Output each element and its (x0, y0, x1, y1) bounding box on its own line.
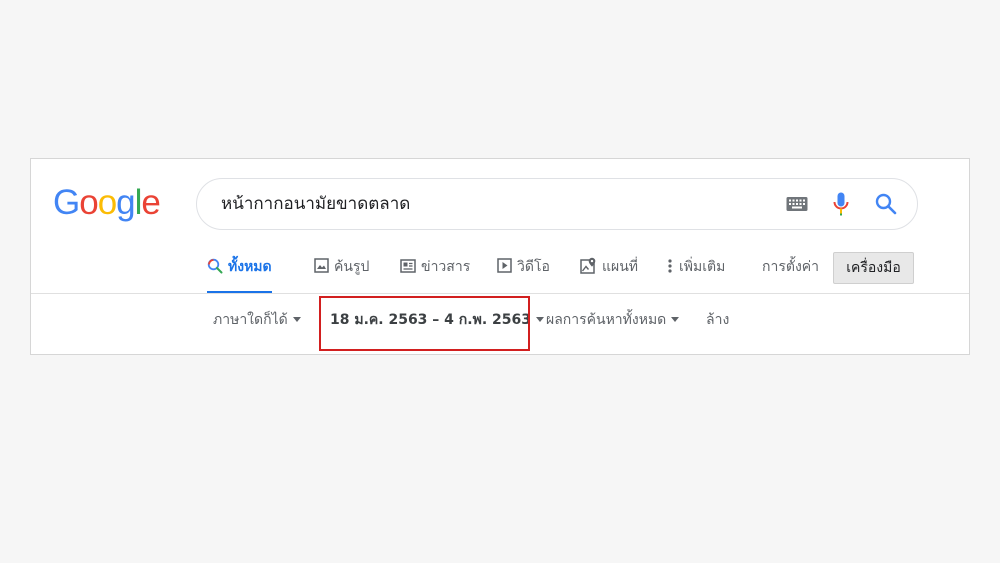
results-filter-dropdown[interactable]: ผลการค้นหาทั้งหมด (546, 309, 680, 331)
tab-images[interactable]: ค้นรูป (314, 246, 369, 294)
language-filter-dropdown[interactable]: ภาษาใดก็ได้ (213, 309, 301, 331)
tab-maps[interactable]: แผนที่ (580, 246, 638, 294)
more-vert-icon (668, 258, 672, 273)
settings-link[interactable]: การตั้งค่า (762, 246, 819, 294)
logo-letter: l (134, 183, 143, 222)
chevron-down-icon (535, 316, 544, 322)
results-filter-label: ผลการค้นหาทั้งหมด (546, 312, 667, 328)
search-icon[interactable] (875, 193, 897, 215)
language-filter-label: ภาษาใดก็ได้ (213, 312, 288, 328)
keyboard-icon[interactable] (786, 196, 808, 212)
tab-news[interactable]: ข่าวสาร (400, 246, 470, 294)
settings-label: การตั้งค่า (762, 259, 820, 275)
clear-filters-link[interactable]: ล้าง (706, 309, 729, 331)
search-icon (207, 258, 223, 273)
tab-all[interactable]: ทั้งหมด (207, 246, 272, 294)
search-input[interactable]: หน้ากากอนามัยขาดตลาด (221, 179, 410, 229)
tab-label: วิดีโอ (517, 259, 550, 275)
google-logo[interactable]: Google (53, 183, 161, 223)
divider (31, 293, 969, 294)
search-box[interactable]: หน้ากากอนามัยขาดตลาด (196, 178, 918, 230)
tab-label: เพิ่มเติม (679, 259, 726, 275)
tab-more[interactable]: เพิ่มเติม (668, 246, 725, 294)
clear-label: ล้าง (706, 312, 730, 328)
logo-letter: g (116, 183, 135, 222)
tab-label: ข่าวสาร (421, 259, 471, 275)
tab-label: ค้นรูป (334, 259, 370, 275)
logo-letter: e (141, 183, 160, 222)
logo-letter: o (97, 183, 117, 222)
logo-letter: o (79, 183, 98, 222)
video-icon (497, 258, 512, 273)
chevron-down-icon (671, 316, 680, 322)
microphone-icon[interactable] (833, 192, 849, 216)
tab-label: ทั้งหมด (228, 259, 272, 275)
tools-button[interactable]: เครื่องมือ (833, 252, 914, 284)
map-icon (580, 257, 596, 274)
tab-label: แผนที่ (602, 259, 639, 275)
image-icon (314, 258, 329, 273)
chevron-down-icon (292, 316, 301, 322)
news-icon (400, 258, 416, 273)
highlight-box (319, 296, 530, 351)
tab-videos[interactable]: วิดีโอ (497, 246, 550, 294)
logo-letter: G (53, 183, 80, 222)
search-results-panel: Google หน้ากากอนามัยขาดตลาด ทั้งหมด ค้นร… (30, 158, 970, 355)
